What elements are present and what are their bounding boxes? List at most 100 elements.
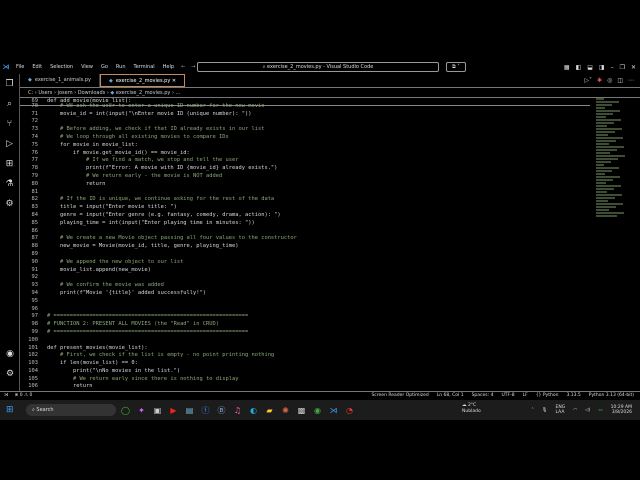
code-line[interactable]: 106 return — [20, 383, 590, 391]
code-line[interactable]: 73 # Before adding, we check if that ID … — [20, 126, 590, 134]
close-button[interactable]: ✕ — [631, 64, 636, 71]
code-line[interactable]: 100 — [20, 337, 590, 345]
code-line[interactable]: 76 if movie.get_movie_id() == movie_id: — [20, 150, 590, 158]
close-tab-icon[interactable]: ✕ — [172, 78, 176, 84]
cortana-icon[interactable]: ◯ — [119, 404, 132, 417]
code-line[interactable]: 83 title = input("Enter movie title: ") — [20, 204, 590, 212]
breadcrumb-item[interactable]: ... — [176, 90, 181, 96]
notepad-icon[interactable]: ▤ — [183, 404, 196, 417]
code-line[interactable]: 86 — [20, 228, 590, 236]
menu-selection[interactable]: Selection — [46, 64, 77, 70]
app-icon-2[interactable]: ▩ — [295, 404, 308, 417]
terminal-icon[interactable]: ▣ — [151, 404, 164, 417]
status-item[interactable]: {} Python — [536, 392, 559, 400]
file-explorer-icon[interactable]: ▰ — [263, 404, 276, 417]
menu-file[interactable]: File — [12, 64, 28, 70]
breadcrumb-item[interactable]: josem — [58, 90, 73, 96]
code-line[interactable]: 75 for movie in movie_list: — [20, 142, 590, 150]
copilot-icon[interactable]: ◎ — [607, 74, 612, 87]
code-line[interactable]: 99 # ====================================… — [20, 329, 590, 337]
notification-app-icon[interactable]: ◔ — [343, 404, 356, 417]
code-line[interactable]: 105 # We return early since there is not… — [20, 376, 590, 384]
code-line[interactable]: 78 print(f"Error: A movie with ID {movie… — [20, 165, 590, 173]
breadcrumb-item[interactable]: exercise_2_movies.py — [116, 90, 171, 96]
code-line[interactable]: 70 # We ask the user to enter a unique I… — [20, 103, 590, 111]
code-line[interactable]: 91 movie_list.append(new_movie) — [20, 267, 590, 275]
code-line[interactable]: 97 # ====================================… — [20, 313, 590, 321]
code-line[interactable]: 71 movie_id = int(input("\nEnter movie I… — [20, 111, 590, 119]
run-debug-icon[interactable]: ▷ — [0, 134, 19, 154]
tab-exercise-2[interactable]: ◆ exercise_2_movies.py ✕ — [99, 74, 186, 87]
code-line[interactable]: 90 # We append the new object to our lis… — [20, 259, 590, 267]
copilot-app-icon[interactable]: ✦ — [135, 404, 148, 417]
status-item[interactable]: Python 3.13 (64-bit) — [589, 392, 634, 400]
code-line[interactable]: 95 — [20, 298, 590, 306]
code-line[interactable]: 79 # We return early - the movie is NOT … — [20, 173, 590, 181]
code-line[interactable]: 87 # We create a new Movie object passin… — [20, 235, 590, 243]
code-line[interactable]: 92 — [20, 274, 590, 282]
code-line[interactable]: 80 return — [20, 181, 590, 189]
remote-explorer-icon[interactable]: ⚙ — [0, 194, 19, 214]
menu-terminal[interactable]: Terminal — [130, 64, 159, 70]
toggle-sidebar-icon[interactable]: ◧ — [576, 64, 582, 71]
battery-icon[interactable]: ▭ — [598, 408, 602, 413]
code-line[interactable]: 96 — [20, 306, 590, 314]
code-line[interactable]: 74 # We loop through all existing movies… — [20, 134, 590, 142]
toggle-panel-icon[interactable]: ⬓ — [587, 64, 593, 71]
windows-start-icon[interactable]: ⊞ — [6, 405, 20, 415]
back-arrow-icon[interactable]: ← — [178, 64, 188, 70]
facebook-icon[interactable]: ⓕ — [199, 404, 212, 417]
language-indicator[interactable]: ENG LAA — [556, 405, 566, 415]
breadcrumb-item[interactable]: Users — [38, 90, 52, 96]
youtube-icon[interactable]: ▶ — [167, 404, 180, 417]
search-icon[interactable]: ⌕ — [0, 94, 19, 114]
tab-exercise-1[interactable]: ◆ exercise_1_animals.py — [20, 74, 100, 87]
run-python-icon[interactable]: ▷˅ — [584, 74, 592, 87]
accounts-icon[interactable]: ◉ — [0, 344, 20, 364]
minimize-button[interactable]: – — [611, 64, 614, 71]
manage-gear-icon[interactable]: ⚙ — [0, 364, 20, 384]
problems-indicator[interactable]: ⊗ 0 ⚠ 0 — [15, 392, 33, 400]
status-item[interactable]: LF — [523, 392, 528, 400]
code-line[interactable]: 72 — [20, 118, 590, 126]
code-line[interactable]: 89 — [20, 251, 590, 259]
customize-layout-icon[interactable]: ▦ — [564, 64, 570, 71]
source-control-icon[interactable]: ⑂ — [0, 114, 19, 134]
status-item[interactable]: Screen Reader Optimized — [371, 392, 428, 400]
menu-go[interactable]: Go — [97, 64, 112, 70]
code-line[interactable]: 98 # FUNCTION 2: PRESENT ALL MOVIES (the … — [20, 321, 590, 329]
volume-icon[interactable]: ◁) — [585, 408, 590, 413]
edge-icon[interactable]: ◐ — [247, 404, 260, 417]
clock[interactable]: 10:29 AM 3/8/2026 — [611, 405, 632, 415]
menu-view[interactable]: View — [77, 64, 97, 70]
code-line[interactable]: 94 print(f"Movie '{title}' added success… — [20, 290, 590, 298]
taskbar-search[interactable]: ⌕ Search — [26, 404, 116, 416]
code-line[interactable]: 101 def present_movies(movie_list): — [20, 345, 590, 353]
extensions-icon[interactable]: ⊞ — [0, 154, 19, 174]
toggle-secondary-sidebar-icon[interactable]: ◨ — [599, 64, 605, 71]
explorer-icon[interactable]: ❐ — [0, 74, 19, 94]
app-icon[interactable]: ✺ — [279, 404, 292, 417]
command-center[interactable]: ⌕ exercise_2_movies.py - Visual Studio C… — [197, 62, 439, 72]
more-actions-icon[interactable]: ⋯ — [628, 74, 634, 87]
code-line[interactable]: 84 genre = input("Enter genre (e.g. fant… — [20, 212, 590, 220]
menu-run[interactable]: Run — [112, 64, 130, 70]
copilot-button[interactable]: ⧉ ˅ — [446, 62, 466, 72]
code-line[interactable]: 77 # If we find a match, we stop and tel… — [20, 157, 590, 165]
remote-icon[interactable]: ⋊ — [4, 392, 9, 400]
menu-help[interactable]: Help — [159, 64, 178, 70]
chrome-icon[interactable]: ◉ — [311, 404, 324, 417]
code-editor[interactable]: 69 def add_movie(movie_list): 70 # We ask… — [20, 98, 590, 391]
code-line[interactable]: 102 # First, we check if the list is emp… — [20, 352, 590, 360]
minimap[interactable] — [596, 98, 626, 238]
music-icon[interactable]: ♫ — [231, 404, 244, 417]
code-line[interactable]: 82 # If the ID is unique, we continue as… — [20, 196, 590, 204]
code-line[interactable]: 104 print("\nNo movies in the list.") — [20, 368, 590, 376]
status-item[interactable]: 3.13.5 — [566, 392, 580, 400]
testing-icon[interactable]: ⚗ — [0, 174, 19, 194]
breadcrumb-item[interactable]: Downloads — [78, 90, 105, 96]
microphone-icon[interactable]: 🎙 — [542, 408, 548, 413]
restore-button[interactable]: ❐ — [620, 64, 625, 71]
status-item[interactable]: Spaces: 4 — [472, 392, 494, 400]
debug-icon[interactable]: ✱ — [597, 74, 602, 87]
